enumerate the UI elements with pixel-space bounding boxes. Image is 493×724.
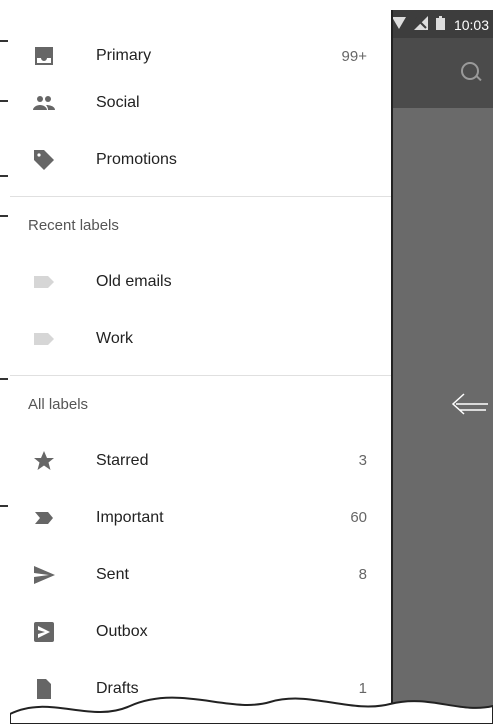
drawer-item-count: 8 bbox=[358, 566, 367, 583]
people-icon bbox=[33, 95, 55, 110]
margin-mark bbox=[0, 505, 8, 507]
tag-icon bbox=[34, 149, 54, 170]
torn-edge bbox=[10, 696, 493, 724]
navigation-drawer: Primary 99+ Social Promotions Recent lab… bbox=[10, 10, 393, 724]
drawer-item-work[interactable]: Work bbox=[10, 310, 391, 367]
label-icon bbox=[34, 275, 54, 288]
drawer-item-label: Outbox bbox=[96, 622, 148, 640]
phone-screen: N 10:03 Primary 99+ Social Promotions bbox=[10, 10, 493, 724]
status-time: 10:03 bbox=[453, 17, 489, 33]
drawer-item-promotions[interactable]: Promotions bbox=[10, 131, 391, 188]
drawer-item-social[interactable]: Social bbox=[10, 74, 391, 131]
drawer-item-label: Promotions bbox=[96, 150, 177, 168]
drawer-item-count: 60 bbox=[350, 509, 367, 526]
app-toolbar bbox=[391, 38, 493, 108]
margin-mark bbox=[0, 215, 8, 217]
search-icon[interactable] bbox=[461, 62, 479, 80]
drawer-item-label: Sent bbox=[96, 565, 129, 583]
margin-mark bbox=[0, 100, 8, 102]
signal-icon bbox=[414, 16, 428, 30]
drawer-item-label: Primary bbox=[96, 47, 152, 64]
wifi-icon bbox=[392, 17, 406, 29]
drawer-item-label: Work bbox=[96, 329, 134, 347]
send-icon bbox=[34, 565, 55, 584]
outbox-icon bbox=[34, 621, 54, 642]
drawer-item-starred[interactable]: Starred 3 bbox=[10, 432, 391, 489]
drawer-item-primary[interactable]: Primary 99+ bbox=[10, 38, 391, 74]
drawer-item-count: 99+ bbox=[341, 47, 367, 65]
drawer-item-sent[interactable]: Sent 8 bbox=[10, 546, 391, 603]
star-icon bbox=[34, 450, 54, 470]
section-header-recent: Recent labels bbox=[28, 216, 119, 234]
drawer-item-important[interactable]: Important 60 bbox=[10, 489, 391, 546]
drawer-item-label: Starred bbox=[96, 451, 149, 469]
drawer-item-label: Social bbox=[96, 93, 140, 111]
drawer-item-count: 3 bbox=[358, 452, 367, 469]
drawer-item-label: Important bbox=[96, 508, 164, 526]
drawer-item-old-emails[interactable]: Old emails bbox=[10, 253, 391, 310]
hand-drawn-arrow bbox=[451, 393, 488, 415]
important-icon bbox=[35, 511, 53, 524]
drawer-item-outbox[interactable]: Outbox bbox=[10, 603, 391, 660]
section-header-all: All labels bbox=[28, 395, 89, 413]
label-icon bbox=[34, 332, 54, 345]
margin-mark bbox=[0, 378, 8, 380]
drawer-item-label: Old emails bbox=[96, 272, 172, 290]
inbox-icon bbox=[35, 47, 53, 65]
margin-mark bbox=[0, 40, 8, 42]
battery-icon bbox=[436, 16, 445, 30]
margin-mark bbox=[0, 175, 8, 177]
